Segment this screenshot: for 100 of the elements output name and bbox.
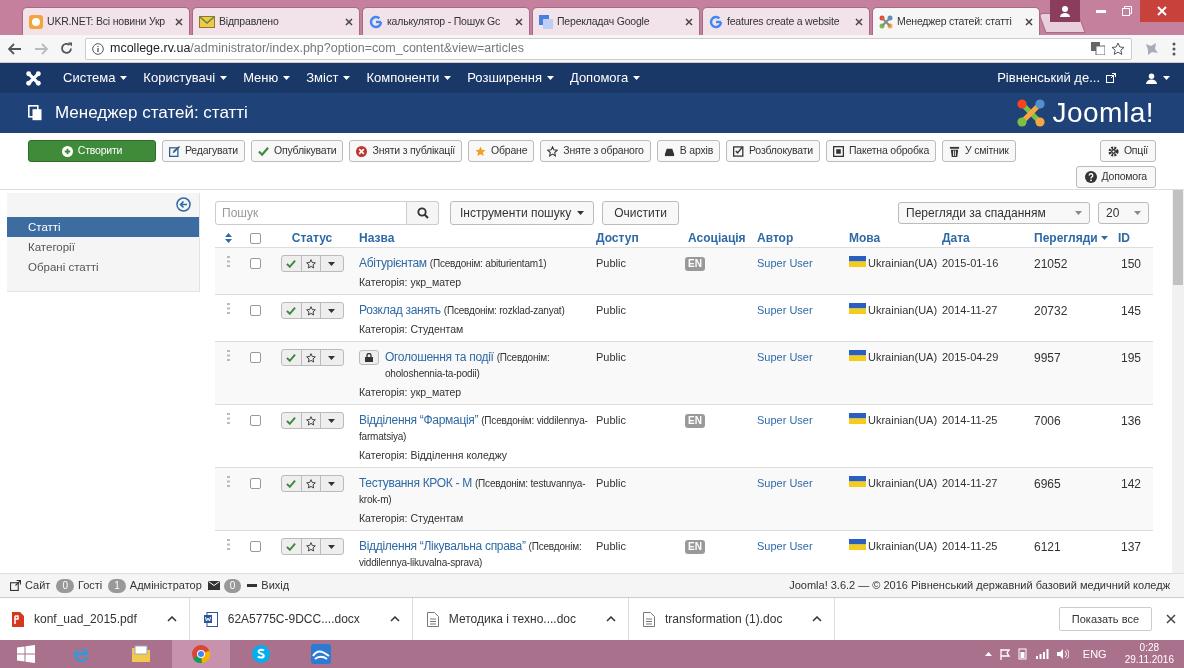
toolbar-button[interactable]: Опції [1099,140,1156,162]
column-header[interactable]: Мова [849,229,881,247]
status-button-group[interactable] [280,475,344,492]
scrollbar[interactable] [1172,190,1184,573]
status-button-group[interactable] [280,412,344,429]
drag-handle-icon[interactable] [226,350,230,361]
article-title-link[interactable]: Відділення “Фармація” [359,413,479,427]
sidebar-item[interactable]: Статті [7,217,199,237]
nav-menu-item[interactable]: Допомога [569,68,641,88]
toolbar-button[interactable]: У смітник [942,140,1016,162]
nav-menu-item[interactable]: Користувачі [143,68,228,88]
status-button-group[interactable] [280,538,344,555]
chevron-up-icon[interactable] [389,616,400,622]
row-checkbox[interactable] [249,352,261,363]
checkin-button[interactable] [359,350,379,365]
site-link[interactable]: Рівненський де... [997,68,1116,88]
speaker-icon[interactable] [1056,649,1069,659]
column-header[interactable]: Дата [942,229,970,247]
author-link[interactable]: Super User [757,351,813,363]
sort-select[interactable]: Перегляди за спаданням [898,202,1090,224]
search-button[interactable] [407,201,439,225]
article-title-link[interactable]: Оголошення та події [385,350,494,364]
toolbar-button[interactable]: Розблокувати [726,140,820,162]
chevron-up-icon[interactable] [606,616,616,622]
column-header[interactable]: Доступ [596,229,639,247]
row-checkbox[interactable] [249,305,261,316]
close-button[interactable] [1140,0,1184,22]
toolbar-button[interactable]: Опублікувати [250,140,344,162]
drag-handle-icon[interactable] [226,413,230,424]
status-button-group[interactable] [280,302,344,319]
toolbar-button[interactable]: Зняте з обраного [540,140,651,162]
author-link[interactable]: Super User [757,304,813,316]
column-header[interactable]: Асоціація [688,229,746,247]
article-title-link[interactable]: Абітурієнтам [359,256,427,270]
browser-tab[interactable]: features create a website [702,7,870,35]
toolbar-button[interactable]: Зняти з публікації [349,140,463,162]
column-header[interactable]: Автор [757,229,794,247]
column-header[interactable]: Назва [359,229,395,247]
column-header[interactable]: Статус [291,229,333,247]
menu-icon[interactable] [1172,41,1176,56]
close-icon[interactable] [1025,17,1033,26]
toolbar-button[interactable]: Пакетна обробка [825,140,937,162]
chevron-up-icon[interactable] [812,616,823,622]
limit-select[interactable]: 20 [1098,202,1149,224]
sidebar-item[interactable]: Категорії [7,237,199,257]
nav-menu-item[interactable]: Розширення [467,68,554,88]
search-field[interactable]: Пошук [215,201,407,225]
author-link[interactable]: Super User [757,257,813,269]
status-button-group[interactable] [280,349,344,366]
bookmark-star-icon[interactable] [1111,41,1125,56]
close-icon[interactable] [855,17,863,26]
keyboard-language[interactable]: ENG [1082,645,1107,663]
author-link[interactable]: Super User [757,540,813,552]
toolbar-button[interactable]: В архів [656,140,720,162]
nav-menu-item[interactable]: Компоненти [366,68,452,88]
drag-handle-icon[interactable] [226,539,230,550]
column-header[interactable]: ID [1118,229,1130,247]
close-icon[interactable] [515,17,523,26]
help-button[interactable]: Допомога [1075,166,1156,188]
row-checkbox[interactable] [249,258,261,269]
drag-handle-icon[interactable] [226,303,230,314]
browser-tab[interactable]: Перекладач Google [532,7,700,35]
toolbar-button[interactable]: Створити [28,140,156,162]
search-tools-button[interactable]: Інструменти пошуку [450,201,595,225]
profile-button[interactable] [1050,0,1080,22]
toolbar-button[interactable]: Редагувати [162,140,245,162]
close-icon[interactable] [345,17,353,26]
clock[interactable]: 0:28 29.11.2016 [1124,642,1174,666]
back-icon[interactable] [8,42,22,55]
article-title-link[interactable]: Відділення “Лікувальна справа” [359,539,526,553]
logout-link[interactable]: Вихід [261,577,290,594]
toolbar-button[interactable]: Обране [468,140,535,162]
address-field[interactable]: mcollege.rv.ua/administrator/index.php?option=com_content&view=articles [85,37,1132,60]
close-icon[interactable] [685,17,693,26]
sidebar-item[interactable]: Обрані статті [7,257,199,277]
browser-tab[interactable]: калькулятор - Пошук Gc [362,7,530,35]
close-icon[interactable] [175,17,183,26]
chevron-up-icon[interactable] [166,616,177,622]
collapse-icon[interactable] [176,197,191,212]
nav-menu-item[interactable]: Система [63,68,128,88]
battery-icon[interactable] [1017,648,1028,660]
article-title-link[interactable]: Тестування КРОК - М [359,476,472,490]
drag-handle-icon[interactable] [226,256,230,267]
signal-icon[interactable] [1035,649,1049,659]
scrollbar-thumb[interactable] [1173,190,1183,285]
sort-icon[interactable] [224,233,232,243]
author-link[interactable]: Super User [757,477,813,489]
nav-menu-item[interactable]: Меню [243,68,291,88]
browser-tab[interactable]: UKR.NET: Всі новини Укр [22,7,190,35]
select-all-checkbox[interactable] [249,232,261,244]
flag-icon[interactable] [999,648,1010,660]
close-icon[interactable] [1166,614,1176,624]
browser-tab[interactable]: Відправлено [192,7,360,35]
reload-icon[interactable] [60,42,73,55]
author-link[interactable]: Super User [757,414,813,426]
column-header[interactable]: Перегляди [1034,229,1098,247]
row-checkbox[interactable] [249,541,261,552]
row-checkbox[interactable] [249,415,261,426]
translate-icon[interactable] [1091,42,1105,55]
drag-handle-icon[interactable] [226,476,230,487]
